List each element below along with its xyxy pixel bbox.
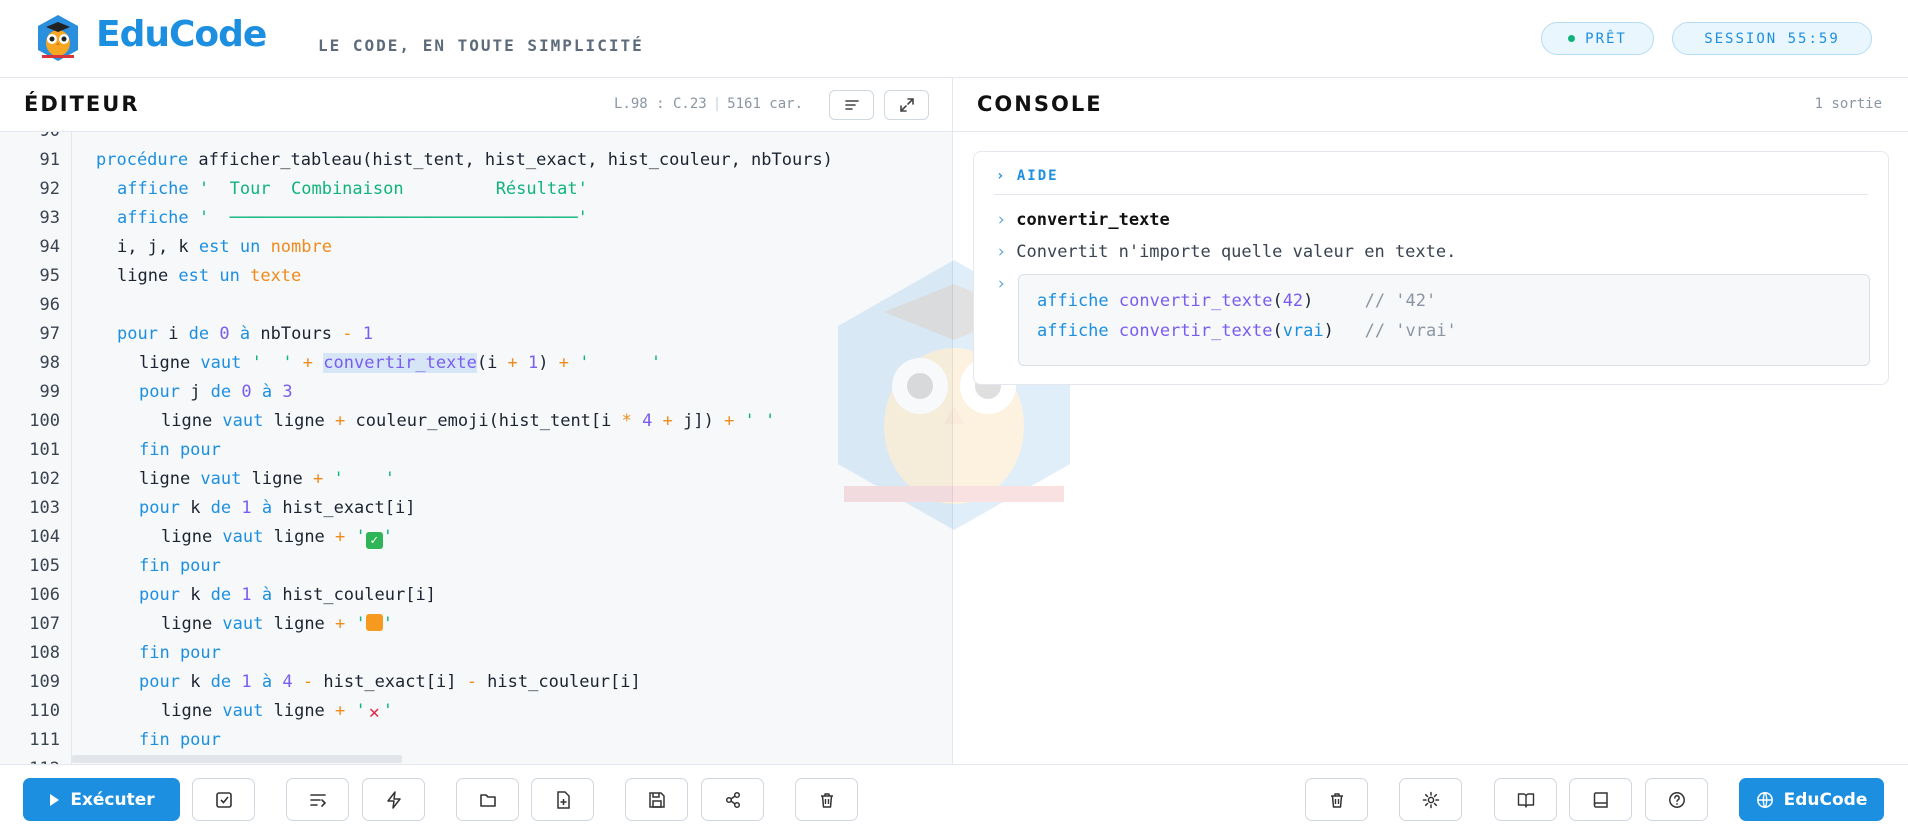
- gear-icon: [1422, 791, 1439, 808]
- align-left-icon: [844, 100, 859, 110]
- cross-mark-icon: ✕: [368, 702, 380, 723]
- session-timer: SESSION 55:59: [1672, 22, 1872, 55]
- book-open-icon: [1517, 792, 1534, 808]
- example-code-box: affiche convertir_texte(42) // '42' affi…: [1018, 274, 1870, 366]
- new-file-button[interactable]: [531, 778, 594, 821]
- help-card: › AIDE › convertir_texte › Convertit n'imp…: [973, 151, 1889, 385]
- code-line[interactable]: 93 affiche ' ────────────────────────────…: [0, 204, 952, 233]
- code-line[interactable]: 90: [0, 132, 952, 146]
- run-button[interactable]: Exécuter: [23, 778, 180, 821]
- code-line[interactable]: 107 ligne vaut ligne + ' ': [0, 610, 952, 639]
- code-line[interactable]: 111 fin pour: [0, 726, 952, 755]
- clear-console-button[interactable]: [1305, 778, 1368, 821]
- editor-title: ÉDITEUR: [24, 92, 140, 116]
- tagline: LE CODE, EN TOUTE SIMPLICITÉ: [318, 36, 644, 55]
- check-button[interactable]: [192, 778, 255, 821]
- check-mark-icon: ✓: [365, 532, 383, 549]
- code-line[interactable]: 104 ligne vaut ligne + ' ✓ ': [0, 523, 952, 552]
- example-line: affiche convertir_texte(vrai) // 'vrai': [1037, 321, 1457, 341]
- code-line[interactable]: 99 pour j de 0 à 3: [0, 378, 952, 407]
- cursor-position: L.98 : C.23: [614, 96, 707, 112]
- expand-icon: [899, 98, 914, 112]
- educode-button[interactable]: EduCode: [1739, 778, 1884, 821]
- file-plus-icon: [556, 790, 570, 809]
- trash-icon: [1330, 792, 1343, 808]
- reference-button[interactable]: [1569, 778, 1632, 821]
- help-label: › AIDE: [996, 168, 1059, 184]
- folder-icon: [479, 793, 496, 807]
- play-icon: [50, 793, 60, 806]
- book-icon: [1593, 791, 1608, 808]
- orange-square-icon: [365, 614, 383, 631]
- trash-icon: [820, 792, 833, 808]
- code-line[interactable]: 94 i, j, k est un nombre: [0, 233, 952, 262]
- code-line[interactable]: 108 fin pour: [0, 639, 952, 668]
- code-line[interactable]: 92 affiche ' Tour Combinaison Résultat': [0, 175, 952, 204]
- app-header: EduCode LE CODE, EN TOUTE SIMPLICITÉ PRÊ…: [0, 0, 1908, 78]
- console-line: › convertir_texte: [996, 210, 1170, 230]
- open-button[interactable]: [456, 778, 519, 821]
- function-name: convertir_texte: [1016, 210, 1170, 230]
- owl-logo-icon: [36, 14, 80, 62]
- fullscreen-button[interactable]: [884, 90, 929, 120]
- share-icon: [725, 791, 740, 808]
- code-editor[interactable]: 90 91procédure afficher_tableau(hist_ten…: [0, 132, 952, 764]
- code-line[interactable]: 109 pour k de 1 à 4 - hist_exact[i] - his…: [0, 668, 952, 697]
- brand-name: EduCode: [96, 14, 267, 55]
- status-badge: PRÊT: [1541, 22, 1654, 55]
- save-button[interactable]: [625, 778, 688, 821]
- code-line[interactable]: 106 pour k de 1 à hist_couleur[i]: [0, 581, 952, 610]
- globe-icon: [1756, 791, 1773, 808]
- code-line[interactable]: 103 pour k de 1 à hist_exact[i]: [0, 494, 952, 523]
- code-line[interactable]: 95 ligne est un texte: [0, 262, 952, 291]
- status-label: PRÊT: [1585, 30, 1627, 47]
- console-line: ›: [996, 274, 1016, 294]
- help-circle-icon: [1668, 791, 1685, 808]
- code-line[interactable]: 100 ligne vaut ligne + couleur_emoji(hist…: [0, 407, 952, 436]
- clear-code-button[interactable]: [795, 778, 858, 821]
- editor-header: ÉDITEUR L.98 : C.23 | 5161 car.: [0, 78, 952, 132]
- code-line[interactable]: 98 ligne vaut ' ' + convertir_texte(i + 1…: [0, 349, 952, 378]
- save-icon: [648, 791, 665, 808]
- chevron-right-icon: ›: [996, 274, 1007, 294]
- help-button[interactable]: [1645, 778, 1708, 821]
- code-line[interactable]: 91 procédure afficher_tableau(hist_tent, …: [0, 146, 952, 175]
- console-title: CONSOLE: [977, 92, 1103, 116]
- code-line[interactable]: 110 ligne vaut ligne + ' ✕ ': [0, 697, 952, 726]
- code-line[interactable]: 105 fin pour: [0, 552, 952, 581]
- indent-button[interactable]: [286, 778, 349, 821]
- output-count: 1 sortie: [1814, 96, 1882, 112]
- selected-token: convertir_texte: [323, 353, 477, 373]
- wrap-lines-icon: [309, 793, 326, 807]
- code-line[interactable]: 101 fin pour: [0, 436, 952, 465]
- settings-button[interactable]: [1399, 778, 1462, 821]
- format-button[interactable]: [829, 90, 874, 120]
- chevron-right-icon: ›: [996, 210, 1007, 230]
- bottom-toolbar: Exécuter EduCode: [0, 764, 1908, 831]
- code-line[interactable]: 96: [0, 291, 952, 320]
- check-square-icon: [215, 791, 232, 808]
- editor-meta: L.98 : C.23 | 5161 car.: [614, 96, 804, 112]
- example-line: affiche convertir_texte(42) // '42': [1037, 291, 1437, 311]
- console-header: CONSOLE 1 sortie: [953, 78, 1908, 132]
- lightning-icon: [386, 790, 401, 809]
- code-line[interactable]: 97 pour i de 0 à nbTours - 1: [0, 320, 952, 349]
- chevron-right-icon: ›: [996, 242, 1007, 262]
- help-divider: [994, 194, 1868, 195]
- docs-button[interactable]: [1494, 778, 1557, 821]
- share-button[interactable]: [701, 778, 764, 821]
- quick-run-button[interactable]: [362, 778, 425, 821]
- char-count: 5161 car.: [727, 96, 804, 112]
- status-dot-icon: [1568, 35, 1576, 42]
- console-line: › Convertit n'importe quelle valeur en te…: [996, 242, 1456, 262]
- horizontal-scrollbar[interactable]: [72, 755, 402, 763]
- function-description: Convertit n'importe quelle valeur en tex…: [1016, 242, 1457, 262]
- code-line[interactable]: 102 ligne vaut ligne + ' ': [0, 465, 952, 494]
